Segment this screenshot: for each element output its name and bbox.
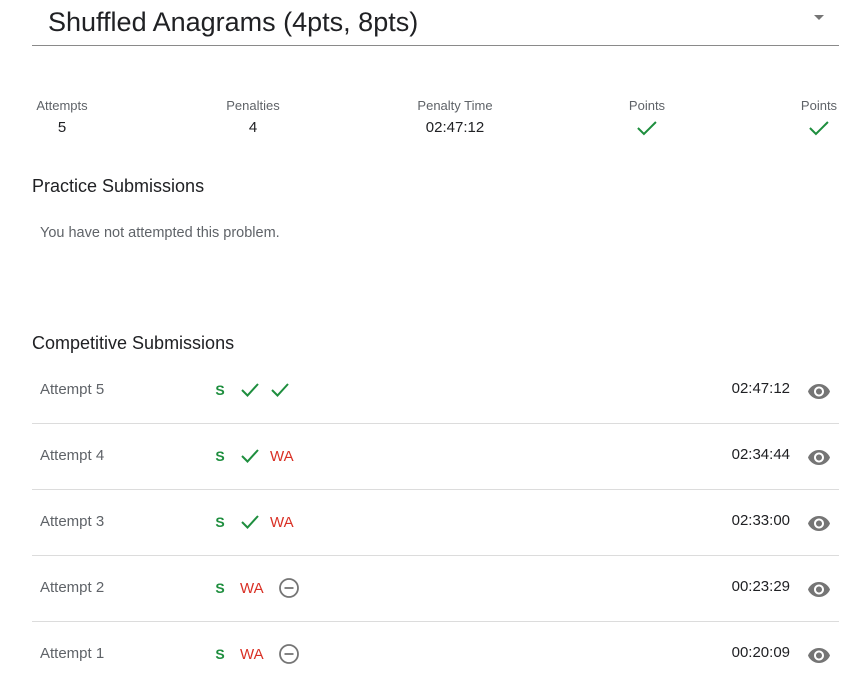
verdicts: S WA: [214, 642, 310, 666]
submission-row: Attempt 4 S WA 02:34:44: [32, 424, 839, 490]
submission-time: 00:23:29: [731, 578, 790, 595]
check-icon: [637, 121, 657, 136]
problem-select[interactable]: Shuffled Anagrams (4pts, 8pts): [32, 0, 839, 46]
submission-list: Attempt 5 S 02:47:12 Attempt 4 S WA 02:34…: [32, 358, 839, 687]
sample-pass-badge: S: [215, 514, 225, 530]
submission-time: 02:47:12: [731, 380, 790, 397]
wrong-answer-badge: WA: [270, 447, 294, 465]
stat-points-set1: Points: [629, 98, 665, 136]
stat-points-label: Points: [628, 98, 666, 113]
submission-row: Attempt 3 S WA 02:33:00: [32, 490, 839, 556]
eye-icon[interactable]: [807, 379, 831, 403]
submission-time: 02:34:44: [731, 446, 790, 463]
sample-pass-badge: S: [215, 580, 225, 596]
stat-penalties: Penalties 4: [226, 98, 279, 139]
verdicts: S WA: [214, 444, 308, 468]
attempt-label: Attempt 1: [40, 645, 105, 662]
wrong-answer-badge: WA: [240, 579, 264, 597]
stat-penalty-time-value: 02:47:12: [425, 119, 485, 136]
stat-attempts-label: Attempts: [36, 98, 88, 113]
check-icon: [270, 382, 290, 398]
stat-points-label: Points: [800, 98, 838, 113]
minus-circle-icon: [278, 577, 300, 599]
minus-circle-icon: [278, 643, 300, 665]
stat-penalty-time: Penalty Time 02:47:12: [417, 98, 492, 139]
verdicts: S: [214, 378, 300, 402]
check-icon: [240, 514, 260, 530]
stat-attempts-value: 5: [57, 119, 67, 136]
check-icon: [809, 121, 829, 136]
sample-pass-badge: S: [215, 448, 225, 464]
attempt-label: Attempt 5: [40, 381, 105, 398]
eye-icon[interactable]: [807, 511, 831, 535]
attempt-label: Attempt 3: [40, 513, 105, 530]
attempt-label: Attempt 2: [40, 579, 105, 596]
stat-penalty-time-label: Penalty Time: [417, 98, 493, 113]
wrong-answer-badge: WA: [270, 513, 294, 531]
submission-time: 00:20:09: [731, 644, 790, 661]
verdicts: S WA: [214, 510, 308, 534]
wrong-answer-badge: WA: [240, 645, 264, 663]
check-icon: [240, 448, 260, 464]
practice-submissions-title: Practice Submissions: [32, 176, 205, 196]
stat-attempts: Attempts 5: [36, 98, 87, 139]
practice-empty-message: You have not attempted this problem.: [40, 225, 280, 241]
dropdown-caret-icon[interactable]: [814, 15, 824, 20]
eye-icon[interactable]: [807, 577, 831, 601]
submission-row: Attempt 5 S 02:47:12: [32, 358, 839, 424]
eye-icon[interactable]: [807, 445, 831, 469]
competitive-submissions-title: Competitive Submissions: [32, 333, 235, 353]
submission-row: Attempt 2 S WA 00:23:29: [32, 556, 839, 622]
submission-time: 02:33:00: [731, 512, 790, 529]
problem-title: Shuffled Anagrams (4pts, 8pts): [48, 7, 419, 37]
submission-row: Attempt 1 S WA 00:20:09: [32, 622, 839, 687]
stat-penalties-label: Penalties: [226, 98, 280, 113]
sample-pass-badge: S: [215, 382, 225, 398]
stat-points-set2: Points: [801, 98, 837, 136]
check-icon: [240, 382, 260, 398]
verdicts: S WA: [214, 576, 310, 600]
stat-penalties-value: 4: [248, 119, 258, 136]
sample-pass-badge: S: [215, 646, 225, 662]
attempt-label: Attempt 4: [40, 447, 105, 464]
eye-icon[interactable]: [807, 643, 831, 667]
